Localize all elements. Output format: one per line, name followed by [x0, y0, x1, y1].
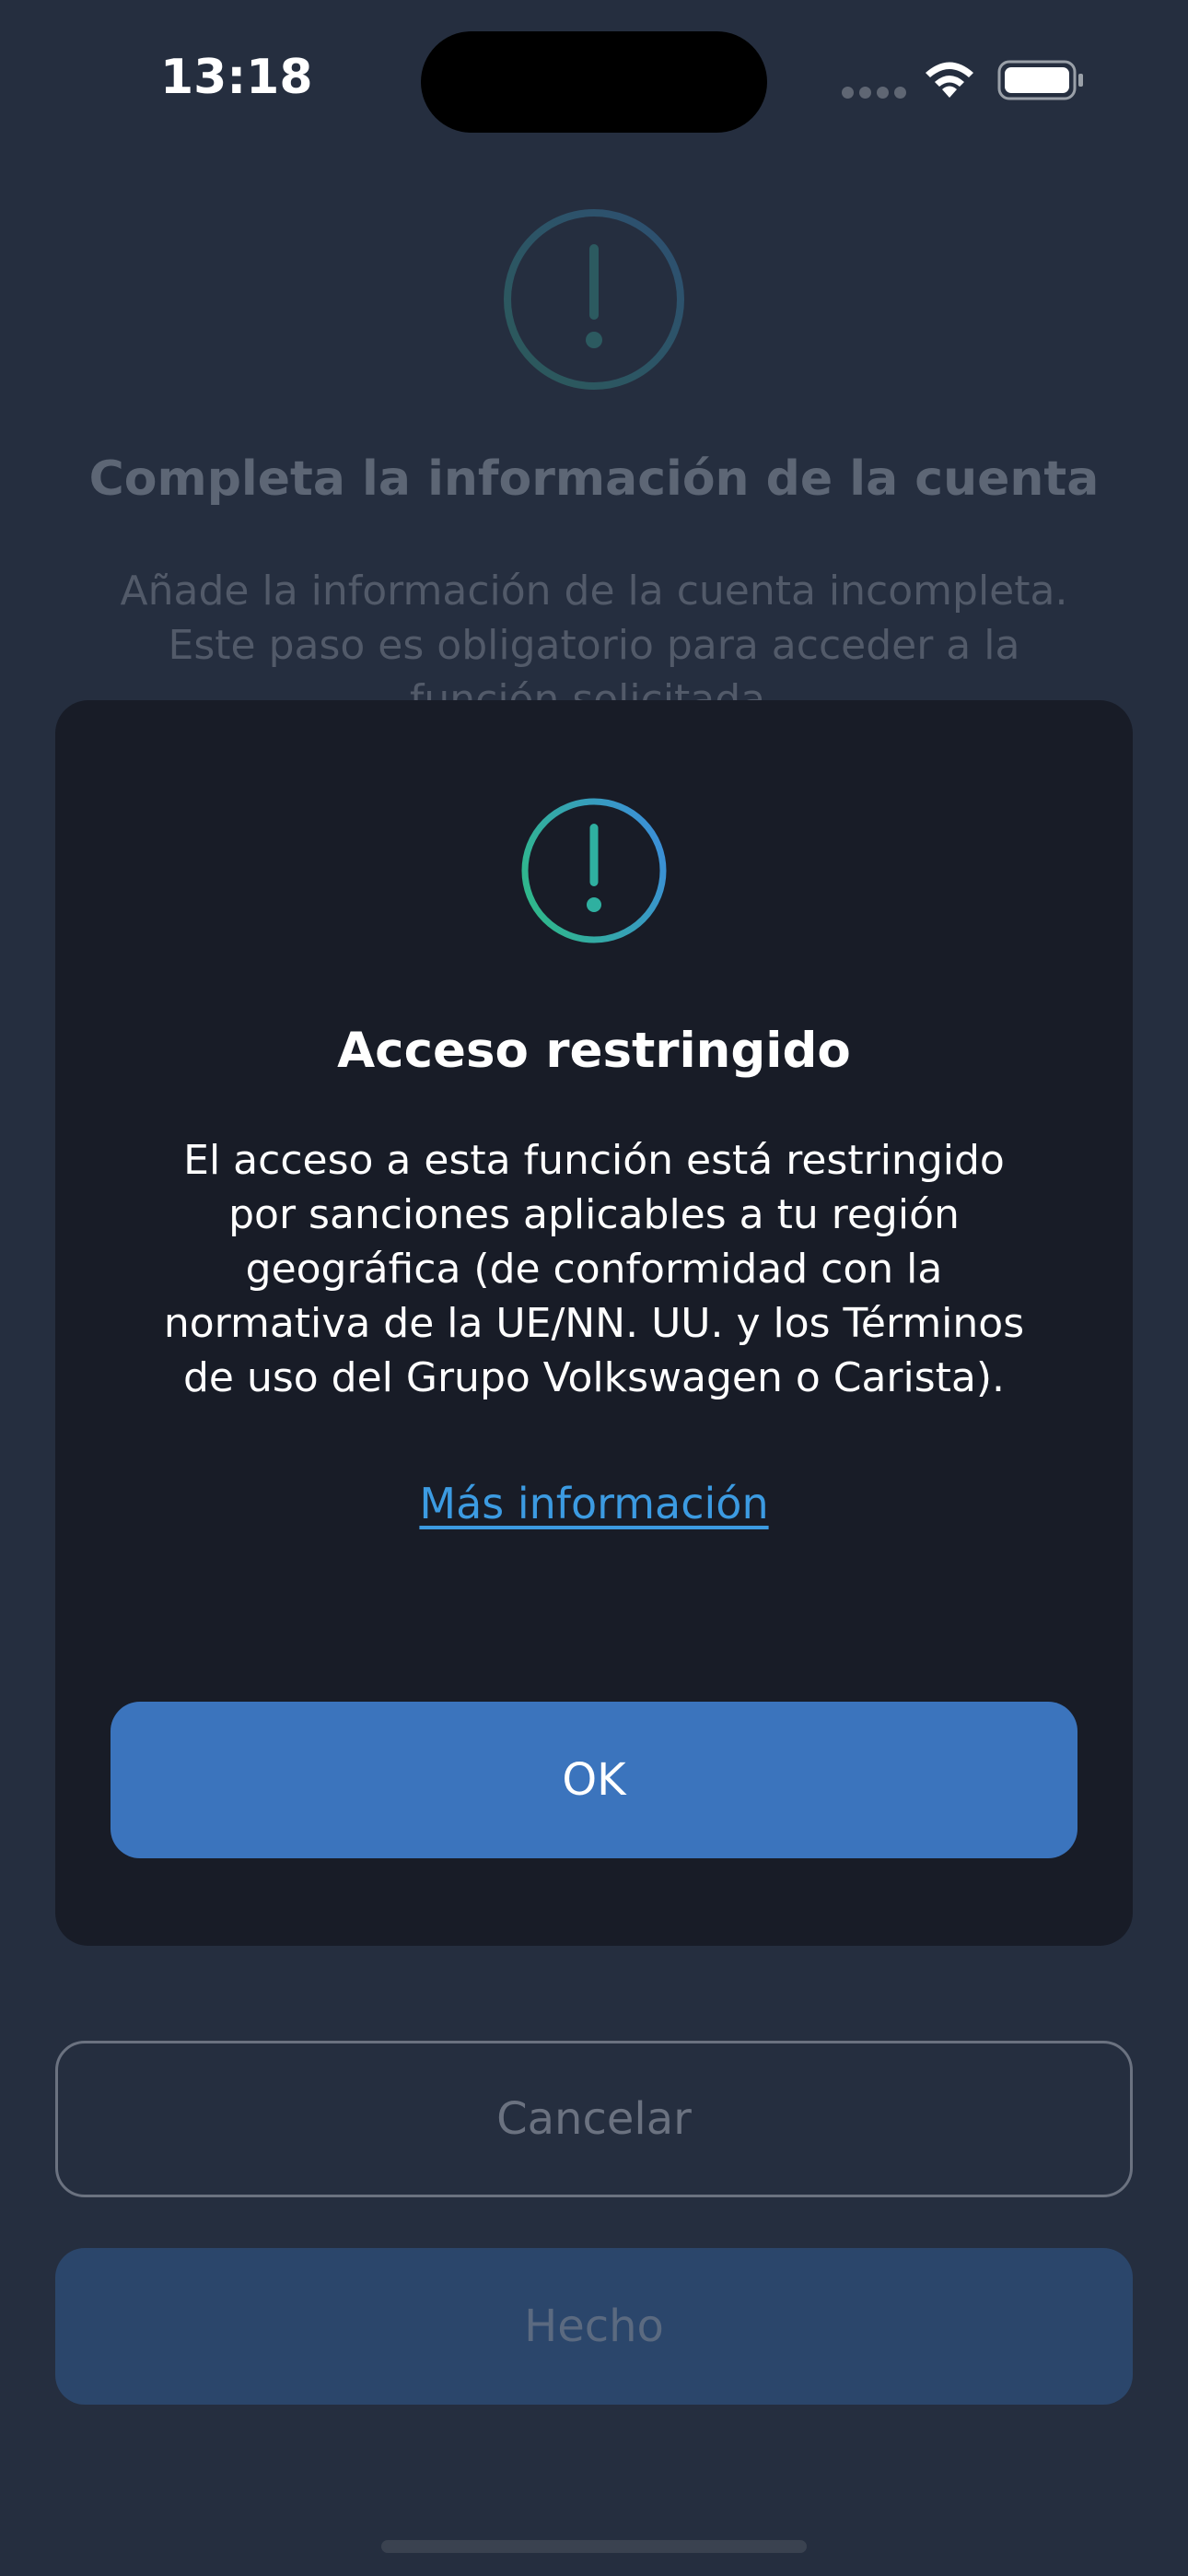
subtitle-line: Este paso es obligatorio para acceder a … [168, 622, 1020, 669]
home-indicator[interactable] [381, 2540, 807, 2553]
dynamic-island [421, 31, 767, 133]
cellular-signal-icon [842, 87, 906, 100]
message-line: geográfica (de conformidad con la [245, 1246, 943, 1293]
message-line: El acceso a esta función está restringid… [183, 1137, 1005, 1184]
subtitle-line: Añade la información de la cuenta incomp… [120, 568, 1068, 615]
message-line: de uso del Grupo Volkswagen o Carista). [182, 1354, 1006, 1401]
page-title: Completa la información de la cuenta [88, 451, 1100, 507]
status-bar: 13:18 [0, 0, 1188, 161]
restricted-access-dialog: Acceso restringido El acceso a esta func… [55, 700, 1133, 1946]
wifi-icon [926, 62, 973, 98]
more-info-link[interactable]: Más información [55, 1479, 1133, 1528]
screen: 13:18 Completa la información de la cuen… [0, 0, 1188, 2576]
alert-circle-icon [521, 798, 667, 943]
done-button[interactable]: Hecho [55, 2248, 1133, 2405]
dialog-title: Acceso restringido [337, 1023, 851, 1079]
status-time: 13:18 [160, 50, 313, 105]
message-line: por sanciones aplicables a tu región [228, 1191, 960, 1238]
message-line: normativa de la UE/NN. UU. y los Término… [163, 1300, 1025, 1347]
battery-icon [997, 60, 1083, 100]
dialog-message: El acceso a esta función está restringid… [111, 1133, 1077, 1405]
cancel-button[interactable]: Cancelar [55, 2041, 1133, 2197]
alert-circle-icon [504, 209, 684, 390]
ok-button[interactable]: OK [111, 1702, 1077, 1858]
